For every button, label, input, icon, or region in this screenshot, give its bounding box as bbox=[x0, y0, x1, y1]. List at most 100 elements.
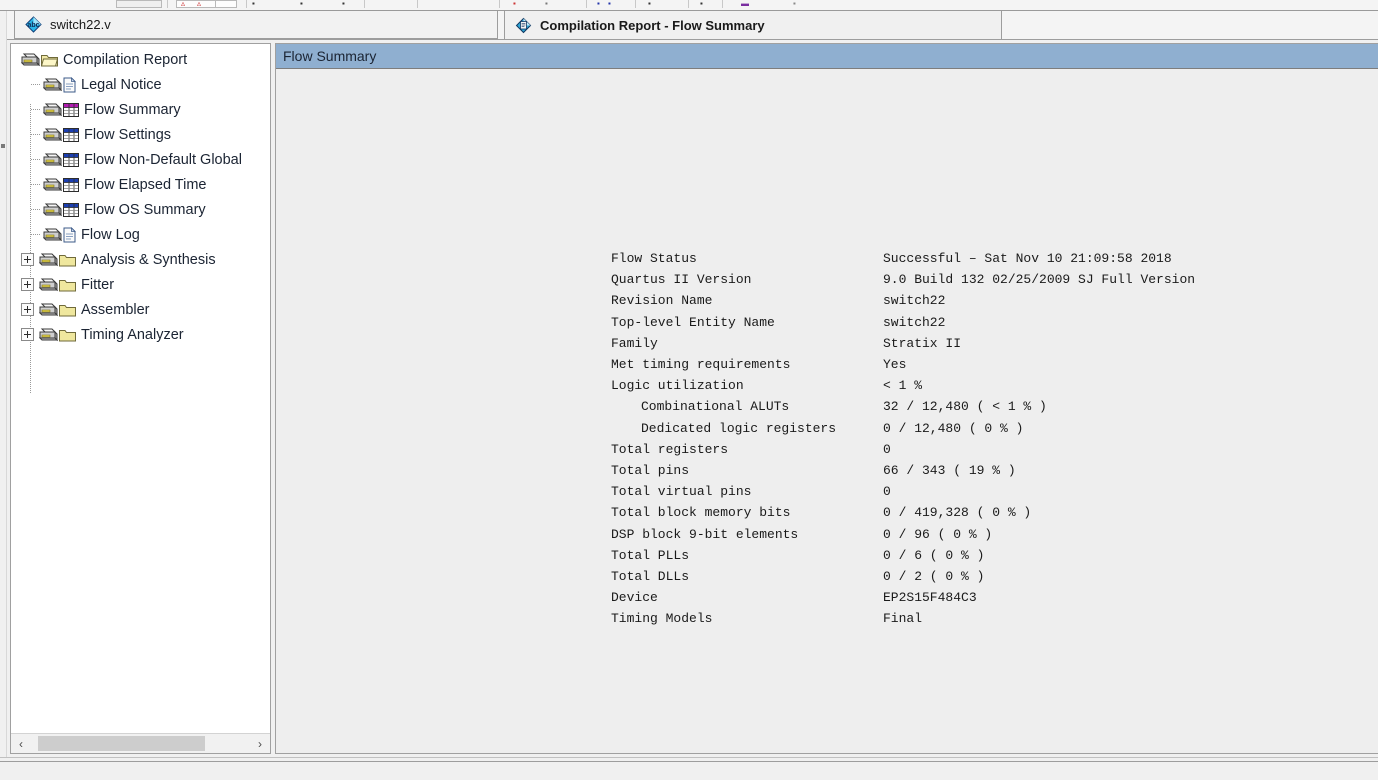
tree-item-analysis-synthesis[interactable]: Analysis & Synthesis bbox=[11, 247, 270, 272]
document-tab-bar[interactable]: abc switch22.v Compilation Report - Flow… bbox=[7, 11, 1378, 40]
toolbar-separator bbox=[246, 0, 247, 8]
row-key: Total pins bbox=[611, 463, 690, 479]
tree-item-label: Flow OS Summary bbox=[84, 201, 206, 218]
tree-item-timing-analyzer[interactable]: Timing Analyzer bbox=[11, 322, 270, 347]
toolbar-separator bbox=[167, 0, 168, 8]
row-value: switch22 bbox=[883, 314, 946, 330]
table-icon bbox=[63, 102, 79, 117]
row-value: 9.0 Build 132 02/25/2009 SJ Full Version bbox=[883, 272, 1196, 288]
tree-item-flow-summary[interactable]: Flow Summary bbox=[11, 97, 270, 122]
toolbar-dropdown[interactable] bbox=[116, 0, 162, 8]
scrollbar-track[interactable] bbox=[31, 734, 250, 753]
expand-plus-icon[interactable] bbox=[21, 278, 34, 291]
scrollbar-thumb[interactable] bbox=[38, 736, 205, 751]
row-key: Timing Models bbox=[611, 611, 713, 627]
row-key: Flow Status bbox=[611, 251, 697, 266]
printer-icon bbox=[42, 227, 63, 242]
table-row: Met timing requirements Yes bbox=[611, 354, 1195, 375]
toolbar-button[interactable] bbox=[215, 0, 237, 8]
row-value: 0 / 2 ( 0 % ) bbox=[883, 569, 985, 585]
scroll-left-arrow-icon[interactable]: ‹ bbox=[11, 734, 31, 753]
panel-resize-nub[interactable] bbox=[1, 144, 5, 148]
row-value: 0 / 419,328 ( 0 % ) bbox=[883, 505, 1032, 521]
document-icon bbox=[63, 226, 76, 243]
report-diamond-icon bbox=[515, 17, 532, 34]
table-row: Family Stratix II bbox=[611, 333, 1195, 354]
expand-plus-icon[interactable] bbox=[21, 253, 34, 266]
status-bar bbox=[0, 762, 1378, 780]
compilation-report-tree-panel[interactable]: Compilation Report Legal Notice Flow Sum… bbox=[10, 43, 271, 754]
expand-plus-icon[interactable] bbox=[21, 328, 34, 341]
tree-scroll-area[interactable]: Compilation Report Legal Notice Flow Sum… bbox=[11, 44, 270, 733]
folder-icon bbox=[59, 278, 76, 292]
toolbar-separator bbox=[722, 0, 723, 8]
report-content[interactable]: Flow Status Successful – Sat Nov 10 21:0… bbox=[276, 70, 1378, 753]
scroll-right-arrow-icon[interactable]: › bbox=[250, 734, 270, 753]
row-value: switch22 bbox=[883, 293, 946, 309]
svg-text:abc: abc bbox=[27, 22, 39, 29]
folder-icon bbox=[59, 328, 76, 342]
table-row: Total block memory bits 0 / 419,328 ( 0 … bbox=[611, 502, 1195, 523]
expand-plus-icon[interactable] bbox=[21, 303, 34, 316]
tree-item-label: Assembler bbox=[81, 301, 150, 318]
row-key: Dedicated logic registers bbox=[641, 420, 837, 436]
abc-diamond-icon: abc bbox=[25, 16, 42, 33]
tree-item-legal-notice[interactable]: Legal Notice bbox=[11, 72, 270, 97]
table-row: Total DLLs 0 / 2 ( 0 % ) bbox=[611, 566, 1195, 587]
row-value: Stratix II bbox=[883, 335, 962, 351]
toolbar-separator bbox=[364, 0, 365, 8]
row-value: 0 / 6 ( 0 % ) bbox=[883, 547, 985, 563]
toolbar-separator bbox=[499, 0, 500, 8]
printer-icon bbox=[38, 277, 59, 292]
table-row: Timing Models Final bbox=[611, 608, 1195, 629]
tree-horizontal-scrollbar[interactable]: ‹ › bbox=[11, 733, 270, 753]
folder-icon bbox=[59, 303, 76, 317]
tree-item-compilation-report[interactable]: Compilation Report bbox=[11, 47, 270, 72]
tree-item-assembler[interactable]: Assembler bbox=[11, 297, 270, 322]
table-row: Quartus II Version 9.0 Build 132 02/25/2… bbox=[611, 269, 1195, 290]
table-icon bbox=[63, 177, 79, 192]
workspace: Compilation Report Legal Notice Flow Sum… bbox=[7, 39, 1378, 757]
table-icon bbox=[63, 202, 79, 217]
row-key: Device bbox=[611, 590, 658, 606]
tab-label: Compilation Report - Flow Summary bbox=[540, 17, 765, 33]
tab-switch22-v[interactable]: abc switch22.v bbox=[14, 11, 498, 39]
tree-item-fitter[interactable]: Fitter bbox=[11, 272, 270, 297]
table-row: Total pins 66 / 343 ( 19 % ) bbox=[611, 460, 1195, 481]
row-value: 0 bbox=[883, 441, 891, 457]
row-value: Final bbox=[883, 611, 923, 627]
table-row: Top-level Entity Name switch22 bbox=[611, 312, 1195, 333]
main-toolbar[interactable]: ▵ ▵ ▪ ▪ ▪ ▪ ▪ ▪ ▪ ▪ ▪ ▬ ▪ bbox=[0, 0, 1378, 11]
printer-icon bbox=[42, 127, 63, 142]
printer-icon bbox=[42, 102, 63, 117]
toolbar-button-group[interactable]: ▵ ▵ bbox=[176, 0, 218, 8]
tree-item-flow-elapsed-time[interactable]: Flow Elapsed Time bbox=[11, 172, 270, 197]
table-icon bbox=[63, 152, 79, 167]
tree-item-flow-os-summary[interactable]: Flow OS Summary bbox=[11, 197, 270, 222]
table-row: Combinational ALUTs 32 / 12,480 ( < 1 % … bbox=[611, 396, 1195, 417]
table-row: Dedicated logic registers 0 / 12,480 ( 0… bbox=[611, 418, 1195, 439]
row-key: Family bbox=[611, 335, 658, 351]
row-value: 0 / 96 ( 0 % ) bbox=[883, 526, 993, 542]
row-value: 32 / 12,480 ( < 1 % ) bbox=[883, 399, 1047, 415]
tab-label: switch22.v bbox=[50, 17, 111, 32]
tree-item-flow-log[interactable]: Flow Log bbox=[11, 222, 270, 247]
row-value: Successful – Sat Nov 10 21:09:58 2018 bbox=[883, 251, 1172, 266]
row-value: EP2S15F484C3 bbox=[883, 590, 977, 606]
folder-open-icon bbox=[40, 53, 59, 67]
table-row: Device EP2S15F484C3 bbox=[611, 587, 1195, 608]
table-icon bbox=[63, 127, 79, 142]
tab-compilation-report[interactable]: Compilation Report - Flow Summary bbox=[504, 11, 1002, 39]
row-value: Yes bbox=[883, 357, 907, 373]
tree-item-flow-settings[interactable]: Flow Settings bbox=[11, 122, 270, 147]
row-key: Total registers bbox=[611, 441, 729, 457]
table-row: Flow Status Successful – Sat Nov 10 21:0… bbox=[611, 248, 1195, 269]
row-key: Quartus II Version bbox=[611, 272, 752, 288]
tree-item-label: Fitter bbox=[81, 276, 115, 293]
printer-icon bbox=[42, 77, 63, 92]
docked-panel-edge[interactable] bbox=[0, 11, 7, 757]
document-icon bbox=[63, 76, 76, 93]
tree-item-flow-non-default-global[interactable]: Flow Non-Default Global bbox=[11, 147, 270, 172]
row-key: Total virtual pins bbox=[611, 484, 752, 500]
row-key: Met timing requirements bbox=[611, 357, 791, 373]
